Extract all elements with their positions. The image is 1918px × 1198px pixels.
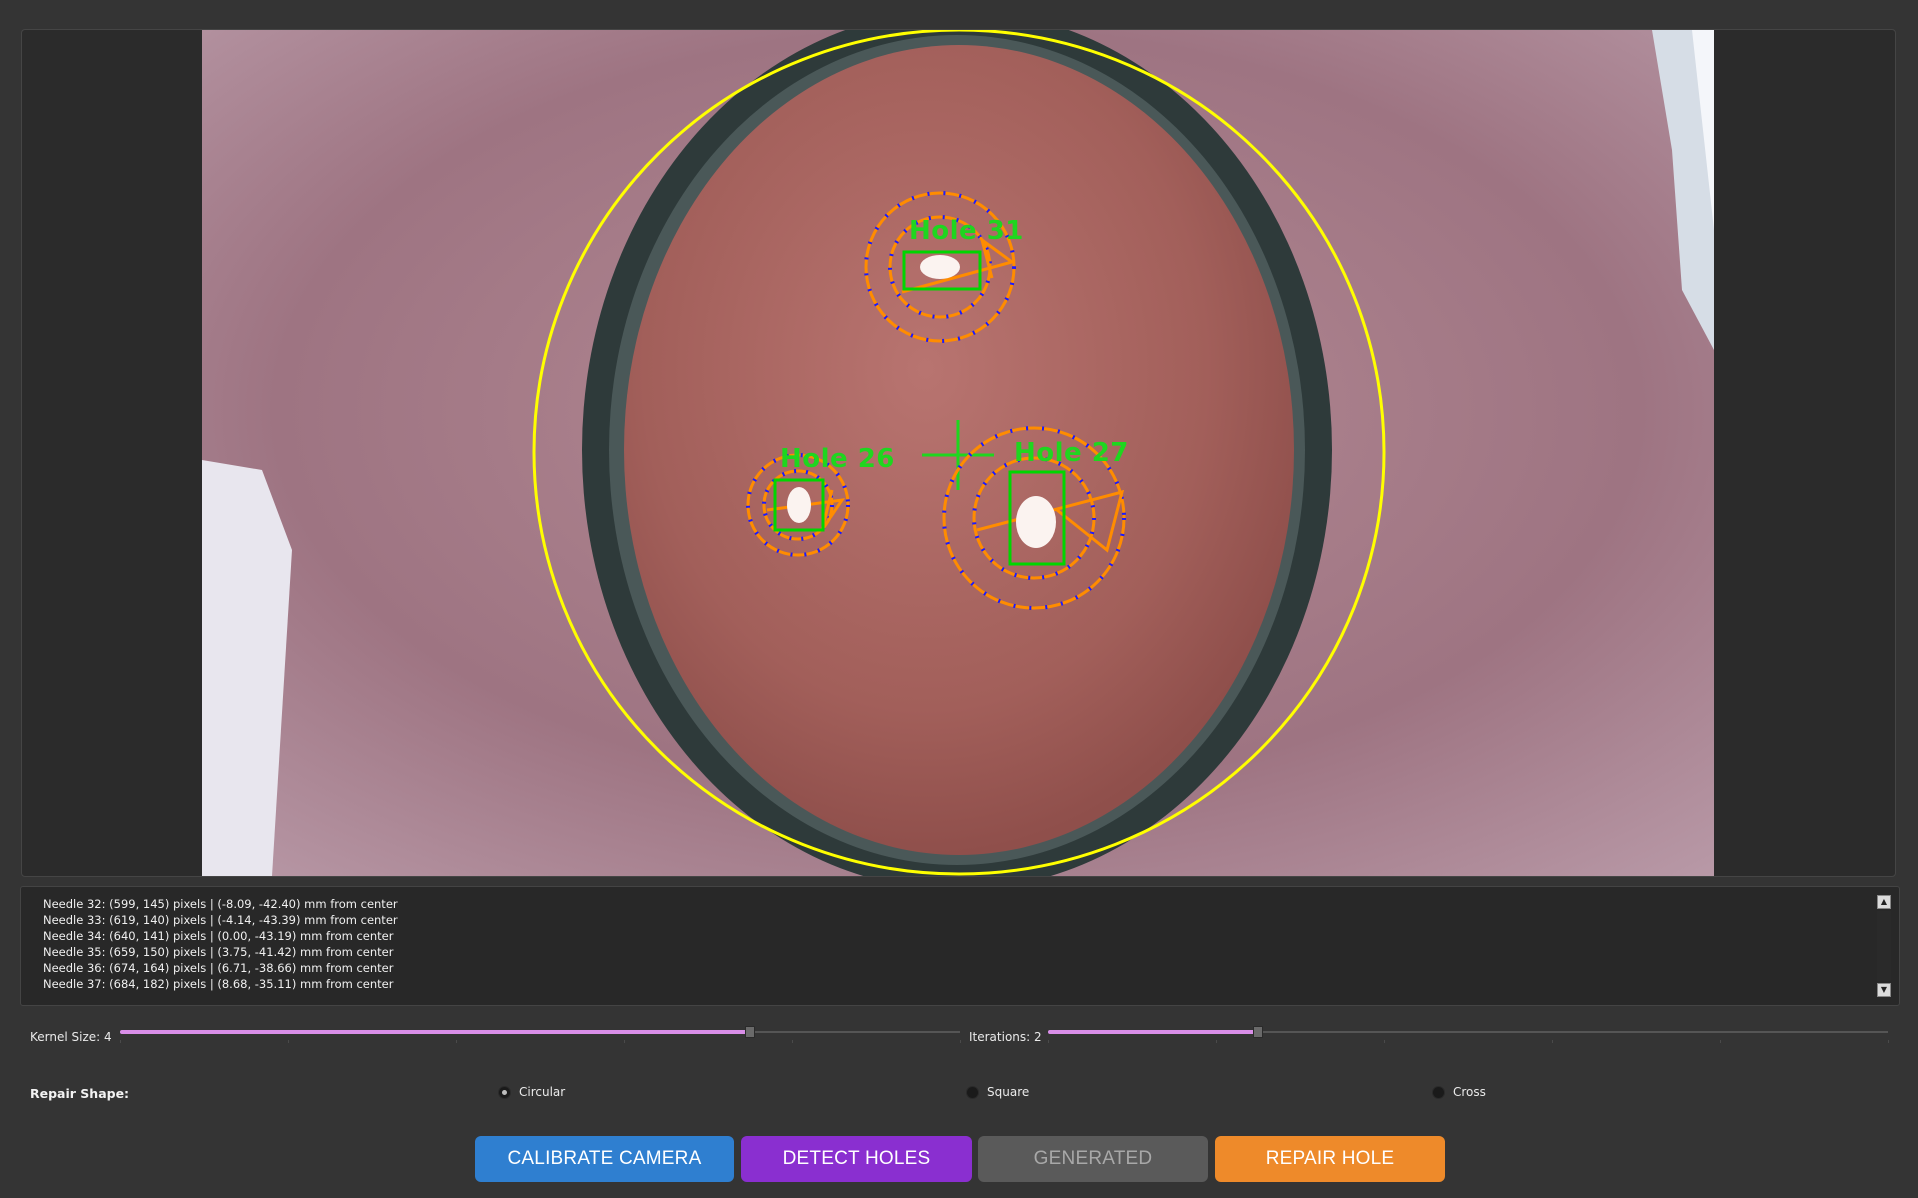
slider-tick — [1888, 1040, 1889, 1043]
hole-label: Hole 26 — [780, 444, 895, 474]
camera-overlay — [202, 30, 1714, 876]
slider-tick — [960, 1040, 961, 1043]
log-line: Needle 33: (619, 140) pixels | (-4.14, -… — [43, 913, 398, 927]
slider-tick — [1216, 1040, 1217, 1043]
radio-button[interactable] — [1432, 1085, 1445, 1099]
log-line: Needle 32: (599, 145) pixels | (-8.09, -… — [43, 897, 398, 911]
repair-hole-button[interactable]: REPAIR HOLE — [1215, 1136, 1445, 1182]
slider-tick — [1048, 1040, 1049, 1043]
slider-handle[interactable] — [745, 1026, 755, 1038]
slider-tick — [456, 1040, 457, 1043]
scroll-down-icon[interactable]: ▼ — [1877, 983, 1891, 997]
scroll-up-icon[interactable]: ▲ — [1877, 895, 1891, 909]
camera-feed: Hole 31 Hole 26 Hole 27 — [202, 30, 1714, 876]
radio-label: Cross — [1453, 1085, 1486, 1099]
log-line: Needle 37: (684, 182) pixels | (8.68, -3… — [43, 977, 394, 991]
scroll-track[interactable] — [1877, 911, 1891, 981]
slider-tick — [1384, 1040, 1385, 1043]
slider-ticks — [120, 1040, 961, 1044]
log-line: Needle 34: (640, 141) pixels | (0.00, -4… — [43, 929, 394, 943]
hole-label: Hole 31 — [909, 216, 1024, 246]
slider-tick — [120, 1040, 121, 1043]
slider-handle[interactable] — [1253, 1026, 1263, 1038]
radio-label: Square — [987, 1085, 1030, 1099]
log-scrollbar[interactable]: ▲ ▼ — [1875, 895, 1893, 997]
radio-button[interactable] — [966, 1085, 979, 1099]
kernel-size-label: Kernel Size: 4 — [30, 1030, 112, 1044]
log-lines: Needle 32: (599, 145) pixels | (-8.09, -… — [43, 896, 398, 992]
slider-tick — [624, 1040, 625, 1043]
slider-tick — [1552, 1040, 1553, 1043]
radio-circular[interactable]: Circular — [498, 1085, 565, 1099]
radio-button[interactable] — [498, 1085, 511, 1099]
slider-fill — [120, 1030, 750, 1034]
generated-button[interactable]: GENERATED — [978, 1136, 1208, 1182]
log-line: Needle 35: (659, 150) pixels | (3.75, -4… — [43, 945, 394, 959]
slider-tick — [1720, 1040, 1721, 1043]
calibrate-camera-button[interactable]: CALIBRATE CAMERA — [475, 1136, 734, 1182]
radio-square[interactable]: Square — [966, 1085, 1029, 1099]
video-panel: Hole 31 Hole 26 Hole 27 — [21, 29, 1896, 877]
iterations-label: Iterations: 2 — [969, 1030, 1042, 1044]
slider-tick — [792, 1040, 793, 1043]
slider-ticks — [1048, 1040, 1889, 1044]
iterations-slider[interactable] — [1048, 1022, 1889, 1044]
kernel-size-slider[interactable] — [120, 1022, 961, 1044]
radio-label: Circular — [519, 1085, 566, 1099]
detect-holes-button[interactable]: DETECT HOLES — [741, 1136, 972, 1182]
repair-shape-label: Repair Shape: — [30, 1086, 130, 1101]
log-panel[interactable]: Needle 32: (599, 145) pixels | (-8.09, -… — [20, 886, 1900, 1006]
log-line: Needle 36: (674, 164) pixels | (6.71, -3… — [43, 961, 394, 975]
slider-tick — [288, 1040, 289, 1043]
slider-fill — [1048, 1030, 1258, 1034]
radio-cross[interactable]: Cross — [1432, 1085, 1486, 1099]
hole-label: Hole 27 — [1014, 438, 1129, 468]
